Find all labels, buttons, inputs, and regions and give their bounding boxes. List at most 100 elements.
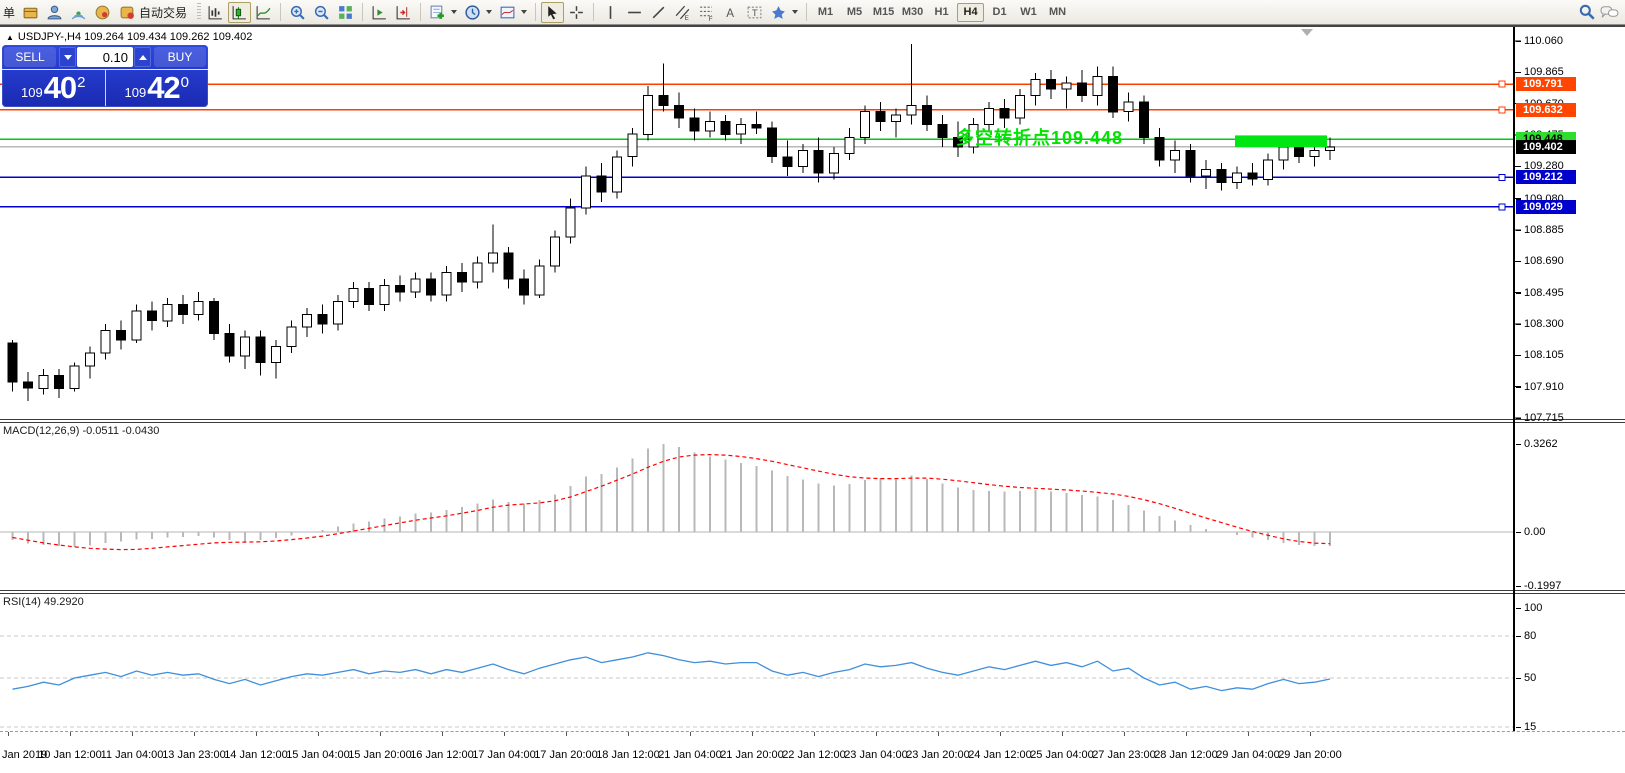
time-axis-label: 18 Jan 12:00 (596, 749, 660, 761)
volume-stepper: 0.10 (59, 47, 151, 67)
chart-shift-icon[interactable] (392, 2, 415, 23)
candlestick-chart-icon[interactable] (228, 2, 251, 23)
new-order-icon[interactable] (426, 2, 449, 23)
time-tick-mark (690, 732, 691, 736)
level-line-handle[interactable] (1499, 107, 1505, 113)
time-axis-label: 11 Jan 04:00 (101, 749, 164, 761)
time-axis-label: 24 Jan 12:00 (968, 749, 1032, 761)
time-axis-label: 22 Jan 12:00 (782, 749, 846, 761)
toolbar-separator (593, 3, 594, 21)
equidistant-channel-icon[interactable]: E (671, 2, 694, 23)
volume-input[interactable]: 0.10 (77, 47, 133, 67)
chart-shift-marker-icon[interactable] (1301, 29, 1313, 36)
price-tick-label: 108.885 (1524, 223, 1564, 237)
time-tick-mark (132, 732, 133, 736)
chat-icon[interactable] (1598, 2, 1621, 23)
periods-clock-icon[interactable] (461, 2, 484, 23)
price-level-badge: 109.791 (1516, 77, 1576, 91)
timeframe-button-h4[interactable]: H4 (957, 3, 984, 22)
timeframe-button-w1[interactable]: W1 (1015, 3, 1042, 22)
trendline-icon[interactable] (647, 2, 670, 23)
text-tool-icon[interactable]: A (719, 2, 742, 23)
time-tick-mark (8, 732, 9, 736)
macd-panel-separator[interactable] (0, 419, 1625, 423)
chart-canvas[interactable] (0, 0, 1625, 773)
horizontal-line-icon[interactable] (623, 2, 646, 23)
trade-panel-price-row: 109 40 2 109 42 0 (2, 70, 208, 106)
trade-panel-top-row: SELL 0.10 BUY (2, 45, 208, 70)
time-tick-mark (256, 732, 257, 736)
timeframe-button-mn[interactable]: MN (1044, 3, 1071, 22)
symbol-ohlc-text: USDJPY-,H4 109.264 109.434 109.262 109.4… (18, 31, 252, 43)
timeframe-button-m1[interactable]: M1 (812, 3, 839, 22)
volume-decrease-button[interactable] (59, 47, 76, 67)
svg-text:A: A (726, 6, 734, 19)
auto-scroll-icon[interactable] (368, 2, 391, 23)
volume-increase-button[interactable] (134, 47, 151, 67)
macd-indicator-label: MACD(12,26,9) -0.0511 -0.0430 (3, 425, 159, 437)
templates-dropdown-caret[interactable] (521, 10, 527, 14)
text-label-icon[interactable]: T (743, 2, 766, 23)
highlight-zone[interactable] (1235, 135, 1327, 147)
vertical-line-icon[interactable] (599, 2, 622, 23)
arrows-tool-icon[interactable] (767, 2, 790, 23)
buy-price[interactable]: 109 42 0 (106, 70, 209, 106)
zoom-in-icon[interactable] (286, 2, 309, 23)
time-axis-label: 17 Jan 04:00 (472, 749, 536, 761)
price-level-badge: 109.212 (1516, 170, 1576, 184)
sell-price[interactable]: 109 40 2 (2, 70, 106, 106)
bar-chart-icon[interactable] (204, 2, 227, 23)
time-axis-label: 15 Jan 04:00 (286, 749, 350, 761)
time-axis-label: 21 Jan 04:00 (658, 749, 722, 761)
auto-trading-button[interactable]: 自动交易 (115, 2, 194, 23)
buy-price-pips: 42 (147, 70, 179, 106)
timeframe-button-d1[interactable]: D1 (986, 3, 1013, 22)
zoom-out-icon[interactable] (310, 2, 333, 23)
time-tick-mark (504, 732, 505, 736)
arrows-dropdown-caret[interactable] (792, 10, 798, 14)
accounts-icon[interactable] (43, 2, 66, 23)
tile-windows-icon[interactable] (334, 2, 357, 23)
macd-histogram (13, 444, 1331, 547)
expand-triangle-icon[interactable]: ▲ (6, 33, 14, 42)
order-book-icon[interactable] (19, 2, 42, 23)
market-icon[interactable] (91, 2, 114, 23)
buy-button[interactable]: BUY (154, 47, 206, 67)
time-axis[interactable]: Jan 201910 Jan 12:0011 Jan 04:0013 Jan 2… (0, 731, 1625, 773)
toolbar-separator (280, 3, 281, 21)
time-tick-mark (1248, 732, 1249, 736)
rsi-panel-separator[interactable] (0, 590, 1625, 594)
fibonacci-icon[interactable]: F (695, 2, 718, 23)
level-line-handle[interactable] (1499, 174, 1505, 180)
toolbar-separator (420, 3, 421, 21)
time-tick-mark (1000, 732, 1001, 736)
macd-scale-label: 0.3262 (1524, 437, 1558, 451)
timeframe-button-m30[interactable]: M30 (899, 3, 926, 22)
templates-icon[interactable] (496, 2, 519, 23)
level-line-handle[interactable] (1499, 204, 1505, 210)
chevron-up-icon (139, 55, 147, 60)
crosshair-icon[interactable] (565, 2, 588, 23)
rsi-scale-label: 80 (1524, 629, 1536, 643)
search-icon[interactable] (1575, 2, 1598, 23)
timeframe-button-m5[interactable]: M5 (841, 3, 868, 22)
time-axis-label: 27 Jan 23:00 (1092, 749, 1156, 761)
symbol-header: ▲ USDJPY-,H4 109.264 109.434 109.262 109.… (6, 31, 252, 43)
timeframe-button-h1[interactable]: H1 (928, 3, 955, 22)
new-order-partial-label[interactable]: 单 (0, 4, 18, 21)
svg-text:T: T (752, 8, 758, 19)
timeframe-button-m15[interactable]: M15 (870, 3, 897, 22)
price-level-badge: 109.029 (1516, 200, 1576, 214)
price-tick-label: 108.105 (1524, 348, 1564, 362)
new-order-dropdown-caret[interactable] (451, 10, 457, 14)
time-tick-mark (1310, 732, 1311, 736)
periods-dropdown-caret[interactable] (486, 10, 492, 14)
level-line-handle[interactable] (1499, 81, 1505, 87)
time-axis-label: 23 Jan 04:00 (844, 749, 908, 761)
cursor-icon[interactable] (541, 2, 564, 23)
time-axis-label: 15 Jan 20:00 (348, 749, 412, 761)
time-tick-mark (814, 732, 815, 736)
sell-button[interactable]: SELL (4, 47, 56, 67)
signals-icon[interactable] (67, 2, 90, 23)
line-chart-icon[interactable] (252, 2, 275, 23)
